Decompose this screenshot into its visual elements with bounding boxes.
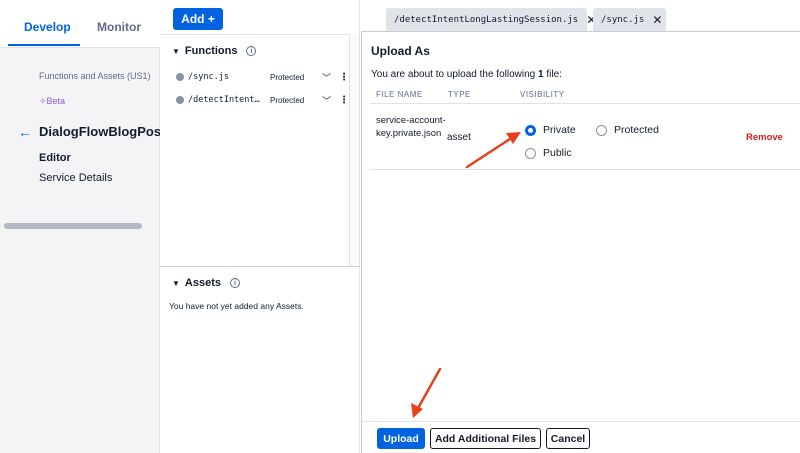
tab-monitor[interactable]: Monitor [97, 20, 141, 34]
radio-unselected-icon[interactable] [525, 147, 536, 159]
table-row: service-account-key.private.json asset P… [370, 104, 800, 170]
radio-unselected-icon[interactable] [596, 124, 607, 136]
plus-icon: + [207, 12, 215, 26]
tab-develop[interactable]: Develop [24, 20, 71, 34]
kebab-menu-icon[interactable]: ⋮ [339, 72, 349, 83]
active-tab-indicator [8, 44, 80, 46]
radio-private[interactable]: Private [525, 124, 576, 136]
status-dot-icon [176, 96, 184, 104]
dialog-title: Upload As [371, 44, 430, 58]
upload-dialog: Upload As You are about to upload the fo… [361, 31, 800, 453]
radio-selected-icon[interactable] [525, 124, 536, 136]
file-type: asset [447, 132, 471, 143]
info-icon[interactable]: i [246, 46, 257, 56]
divider [160, 266, 360, 267]
caret-down-icon: ▼ [172, 46, 180, 56]
function-path: /detectIntent… [188, 95, 260, 105]
close-icon[interactable]: ✕ [652, 13, 662, 27]
info-icon[interactable]: i [230, 278, 240, 288]
panel-vertical-scrollbar[interactable] [349, 34, 359, 266]
nav-item-editor[interactable]: Editor [39, 152, 71, 164]
add-additional-files-button[interactable]: Add Additional Files [430, 428, 541, 449]
file-name: service-account-key.private.json [376, 115, 446, 139]
table-header: FILE NAME TYPE VISIBILITY [370, 86, 800, 104]
chevron-down-icon[interactable]: ﹀ [322, 71, 331, 84]
nav-item-service-details[interactable]: Service Details [39, 172, 112, 184]
kebab-menu-icon[interactable]: ⋮ [339, 95, 349, 106]
file-count: 1 [538, 69, 544, 80]
visibility-label: Protected [270, 72, 305, 82]
radio-public[interactable]: Public [525, 147, 572, 159]
status-dot-icon [176, 73, 184, 81]
scrollbar-thumb[interactable] [4, 223, 142, 229]
caret-down-icon: ▼ [172, 278, 180, 288]
back-arrow-icon[interactable]: ← [18, 124, 32, 140]
remove-button[interactable]: Remove [746, 132, 783, 143]
column-header-type: TYPE [448, 90, 471, 99]
dialog-footer: Upload Add Additional Files Cancel [362, 421, 800, 453]
visibility-label: Protected [270, 95, 305, 105]
chevron-down-icon[interactable]: ﹀ [322, 94, 331, 107]
editor-tab-detect-intent[interactable]: /detectIntentLongLastingSession.js ✕ [386, 8, 596, 32]
assets-heading[interactable]: ▼ Assets i [172, 277, 240, 289]
function-path: /sync.js [188, 72, 229, 82]
service-name: DialogFlowBlogPostTo [39, 124, 160, 139]
upload-button[interactable]: Upload [377, 428, 425, 449]
editor-tab-sync[interactable]: /sync.js ✕ [593, 8, 666, 32]
column-header-visibility: VISIBILITY [520, 90, 565, 99]
radio-protected[interactable]: Protected [596, 124, 659, 136]
function-row[interactable]: /sync.js Protected ﹀ ⋮ [176, 69, 356, 85]
beta-badge: ✧Beta [39, 96, 66, 106]
assets-empty-message: You have not yet added any Assets. [169, 301, 304, 311]
add-button[interactable]: Add + [173, 8, 223, 30]
sparkle-icon: ✧ [39, 96, 47, 106]
functions-heading[interactable]: ▼ Functions i [172, 45, 257, 57]
left-nav: Develop Monitor Functions and Assets (US… [0, 0, 160, 453]
function-row[interactable]: /detectIntent… Protected ﹀ ⋮ [176, 92, 356, 108]
functions-panel: Add + ▼ Functions i /sync.js Protected ﹀… [160, 0, 360, 453]
dialog-description: You are about to upload the following 1 … [371, 69, 562, 80]
cancel-button[interactable]: Cancel [546, 428, 590, 449]
nav-horizontal-scrollbar[interactable] [0, 222, 160, 230]
column-header-file-name: FILE NAME [376, 90, 423, 99]
service-subtitle: Functions and Assets (US1) [39, 71, 151, 81]
divider [160, 34, 360, 35]
nav-tabs: Develop Monitor [0, 0, 160, 48]
